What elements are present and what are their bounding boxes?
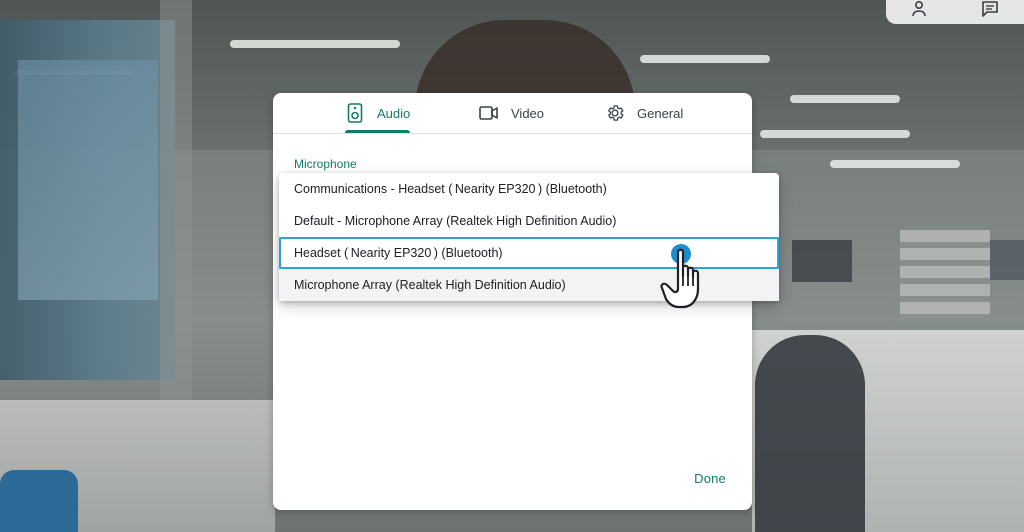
background-ceiling-light: [230, 40, 400, 48]
chat-icon[interactable]: [979, 0, 1001, 20]
microphone-section-label: Microphone: [294, 157, 357, 171]
background-shelf: [900, 230, 990, 320]
tab-general-label: General: [637, 105, 684, 121]
video-camera-icon: [479, 103, 499, 123]
tab-video-label: Video: [511, 105, 545, 121]
tab-audio-label: Audio: [377, 105, 411, 121]
hand-cursor-icon: [660, 248, 700, 309]
tab-video[interactable]: Video: [479, 93, 544, 133]
background-window: [18, 60, 158, 300]
background-chair: [755, 335, 865, 532]
background-ceiling-light: [790, 95, 900, 103]
background-monitor: [792, 240, 852, 282]
settings-tabs: Audio Video General: [273, 93, 752, 134]
background-ceiling-light: [640, 55, 770, 63]
background-ceiling-light: [760, 130, 910, 138]
people-icon[interactable]: [910, 0, 932, 20]
speaker-icon: [345, 103, 365, 123]
background-water-bottle: [0, 470, 78, 532]
microphone-option[interactable]: Communications - Headset ( Nearity EP320…: [279, 173, 779, 205]
background-mug: [990, 240, 1024, 280]
gear-icon: [605, 103, 625, 123]
tab-general[interactable]: General: [605, 93, 683, 133]
call-controls: [886, 0, 1024, 24]
background-ceiling-light: [830, 160, 960, 168]
tab-audio[interactable]: Audio: [345, 93, 411, 133]
microphone-option[interactable]: Default - Microphone Array (Realtek High…: [279, 205, 779, 237]
done-button[interactable]: Done: [694, 471, 726, 486]
